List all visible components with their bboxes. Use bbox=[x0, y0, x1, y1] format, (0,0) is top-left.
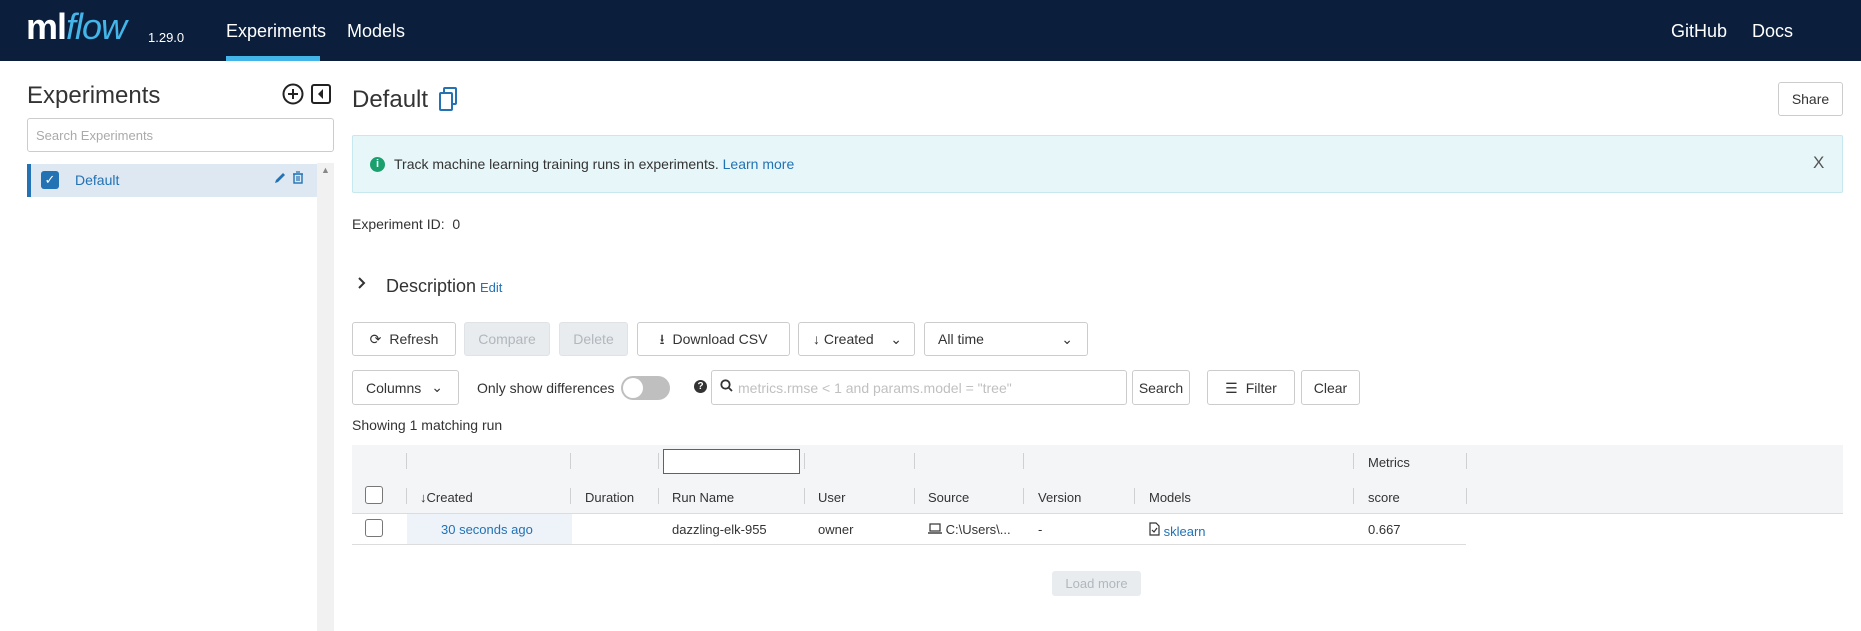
close-icon[interactable]: X bbox=[1813, 153, 1824, 173]
sidebar-scrollbar[interactable]: ▲ bbox=[317, 163, 334, 631]
search-runs-input[interactable] bbox=[738, 372, 1118, 403]
column-filter-input[interactable] bbox=[663, 449, 800, 474]
refresh-icon: ⟳ bbox=[369, 331, 382, 347]
column-header-models[interactable]: Models bbox=[1149, 490, 1191, 505]
column-header-user[interactable]: User bbox=[818, 490, 845, 505]
top-navbar: mlflow 1.29.0 Experiments Models GitHub … bbox=[0, 0, 1861, 61]
search-button[interactable]: Search bbox=[1132, 370, 1190, 405]
row-checkbox[interactable] bbox=[365, 519, 383, 537]
mlflow-logo[interactable]: mlflow bbox=[26, 6, 127, 48]
share-button[interactable]: Share bbox=[1778, 82, 1843, 116]
chevron-right-icon[interactable] bbox=[357, 276, 367, 295]
scroll-up-icon[interactable]: ▲ bbox=[321, 165, 330, 175]
help-icon[interactable]: ? bbox=[694, 380, 707, 393]
clear-button[interactable]: Clear bbox=[1301, 370, 1360, 405]
search-icon bbox=[720, 379, 733, 395]
download-icon: ⭳ bbox=[659, 331, 665, 347]
run-source[interactable]: C:\Users\... bbox=[928, 522, 1011, 537]
run-score: 0.667 bbox=[1368, 522, 1401, 537]
run-model-link[interactable]: sklearn bbox=[1149, 522, 1206, 539]
column-header-duration[interactable]: Duration bbox=[585, 490, 634, 505]
experiment-id-value: 0 bbox=[452, 216, 461, 232]
experiment-id-label: Experiment ID: bbox=[352, 216, 445, 232]
chevron-down-icon: ⌄ bbox=[890, 331, 902, 347]
version-label: 1.29.0 bbox=[148, 30, 185, 45]
laptop-icon bbox=[928, 522, 942, 537]
showing-runs-count: Showing 1 matching run bbox=[352, 417, 503, 433]
run-created-link[interactable]: 30 seconds ago bbox=[441, 522, 533, 537]
chevron-down-icon: ⌄ bbox=[1061, 331, 1073, 347]
toggle-knob bbox=[623, 378, 643, 398]
run-name[interactable]: dazzling-elk-955 bbox=[672, 522, 767, 537]
filter-icon: ☰ bbox=[1225, 379, 1238, 396]
column-header-created[interactable]: ↓Created bbox=[420, 490, 473, 505]
chevron-down-icon: ⌄ bbox=[431, 379, 443, 395]
compare-button[interactable]: Compare bbox=[464, 322, 550, 356]
learn-more-link[interactable]: Learn more bbox=[723, 156, 795, 172]
nav-models[interactable]: Models bbox=[347, 21, 405, 42]
filter-button[interactable]: ☰ Filter bbox=[1207, 370, 1295, 405]
only-differences-toggle[interactable] bbox=[621, 376, 670, 400]
time-range-select[interactable]: All time ⌄ bbox=[924, 322, 1088, 356]
nav-experiments[interactable]: Experiments bbox=[226, 21, 326, 42]
arrow-down-icon: ↓ bbox=[813, 331, 820, 347]
column-header-version[interactable]: Version bbox=[1038, 490, 1081, 505]
sidebar-item-default[interactable]: ✓ Default bbox=[27, 164, 317, 197]
refresh-button[interactable]: ⟳ Refresh bbox=[352, 322, 456, 356]
run-version: - bbox=[1038, 522, 1043, 537]
load-more-button[interactable]: Load more bbox=[1052, 571, 1141, 596]
nav-docs[interactable]: Docs bbox=[1752, 21, 1793, 42]
runs-table: Metrics ↓Created Duration Run Name User … bbox=[352, 445, 1843, 545]
pencil-icon[interactable] bbox=[274, 171, 287, 187]
copy-icon[interactable] bbox=[438, 86, 458, 112]
banner-text: Track machine learning training runs in … bbox=[394, 156, 719, 172]
info-icon: i bbox=[370, 157, 385, 172]
trash-icon[interactable] bbox=[292, 171, 304, 187]
nav-active-indicator bbox=[226, 56, 320, 61]
nav-github[interactable]: GitHub bbox=[1671, 21, 1727, 42]
metrics-group-header: Metrics bbox=[1368, 455, 1410, 470]
column-header-score[interactable]: score bbox=[1368, 490, 1400, 505]
info-banner: i Track machine learning training runs i… bbox=[352, 135, 1843, 193]
experiment-checkbox[interactable]: ✓ bbox=[41, 171, 59, 189]
description-toggle[interactable]: Description bbox=[386, 276, 476, 297]
run-user: owner bbox=[818, 522, 854, 537]
model-file-icon bbox=[1149, 522, 1160, 539]
experiment-name: Default bbox=[75, 172, 120, 188]
column-header-run-name[interactable]: Run Name bbox=[672, 490, 734, 505]
column-header-source[interactable]: Source bbox=[928, 490, 969, 505]
search-experiments-input[interactable] bbox=[27, 118, 334, 152]
select-all-checkbox[interactable] bbox=[365, 486, 383, 504]
search-runs-field[interactable] bbox=[711, 370, 1127, 405]
description-edit-link[interactable]: Edit bbox=[480, 280, 502, 295]
delete-button[interactable]: Delete bbox=[559, 322, 628, 356]
sidebar-title: Experiments bbox=[27, 82, 161, 109]
page-title: Default bbox=[352, 86, 429, 113]
only-show-differences-label: Only show differences bbox=[477, 380, 615, 396]
columns-button[interactable]: Columns ⌄ bbox=[352, 370, 459, 405]
collapse-sidebar-icon[interactable] bbox=[311, 84, 331, 109]
download-csv-button[interactable]: ⭳ Download CSV bbox=[637, 322, 790, 356]
add-experiment-icon[interactable] bbox=[282, 83, 304, 110]
sort-select[interactable]: ↓ Created ⌄ bbox=[798, 322, 915, 356]
